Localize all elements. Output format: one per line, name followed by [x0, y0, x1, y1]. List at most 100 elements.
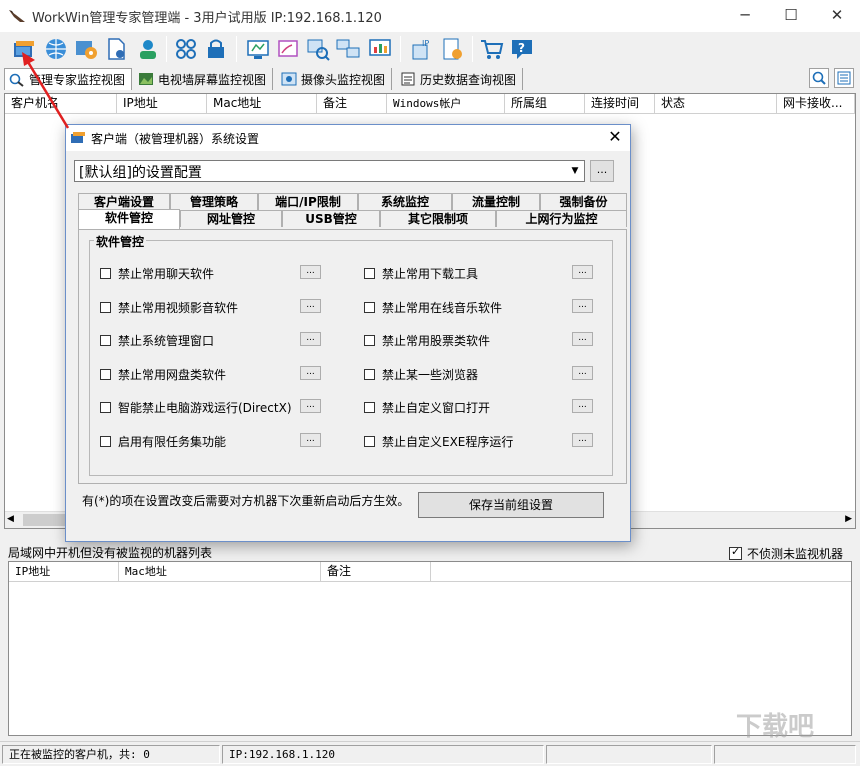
- checkbox-box[interactable]: [364, 402, 375, 413]
- option-config-button[interactable]: ...: [572, 399, 593, 413]
- server-settings-icon[interactable]: [72, 35, 100, 63]
- tab-web-behavior[interactable]: 上网行为监控: [496, 210, 627, 227]
- column-header[interactable]: 状态: [655, 94, 777, 114]
- network-icon[interactable]: [42, 35, 70, 63]
- column-header[interactable]: Mac地址: [207, 94, 317, 114]
- option-block-games[interactable]: 智能禁止电脑游戏运行(DirectX): [100, 399, 292, 415]
- checkbox-box[interactable]: [100, 302, 111, 313]
- scroll-left-icon[interactable]: ◀: [7, 514, 14, 524]
- option-block-video[interactable]: 禁止常用视频影音软件: [100, 299, 238, 315]
- column-header[interactable]: 客户机名: [5, 94, 117, 114]
- tab-port-ip-limit[interactable]: 端口/IP限制: [258, 193, 358, 210]
- option-block-download[interactable]: 禁止常用下载工具: [364, 265, 478, 281]
- option-config-button[interactable]: ...: [572, 366, 593, 380]
- option-config-button[interactable]: ...: [572, 433, 593, 447]
- file-icon[interactable]: [102, 35, 130, 63]
- option-config-button[interactable]: ...: [300, 366, 321, 380]
- search-computer-icon[interactable]: [304, 35, 332, 63]
- ip-icon[interactable]: IP: [408, 35, 436, 63]
- network-computers-icon[interactable]: [334, 35, 362, 63]
- tab-system-monitor[interactable]: 系统监控: [358, 193, 452, 210]
- config-group-select[interactable]: [默认组]的设置配置 ▼: [74, 160, 585, 182]
- option-limited-taskset[interactable]: 启用有限任务集功能: [100, 433, 226, 449]
- tab-label: 摄像头监控视图: [301, 71, 385, 88]
- groups-icon[interactable]: [172, 35, 200, 63]
- remote-icon[interactable]: [274, 35, 302, 63]
- gear-user-icon[interactable]: [134, 35, 162, 63]
- checkbox-box[interactable]: [364, 369, 375, 380]
- save-group-settings-button[interactable]: 保存当前组设置: [418, 492, 604, 518]
- option-label: 禁止系统管理窗口: [118, 332, 214, 349]
- cart-icon[interactable]: [478, 35, 506, 63]
- option-config-button[interactable]: ...: [300, 332, 321, 346]
- tab-camera-view[interactable]: 摄像头监控视图: [277, 68, 392, 90]
- tab-row: 软件管控 网址管控 USB管控 其它限制项 上网行为监控: [78, 210, 627, 227]
- option-config-button[interactable]: ...: [572, 299, 593, 313]
- maximize-button[interactable]: ☐: [768, 0, 814, 32]
- column-header[interactable]: Mac地址: [119, 562, 321, 582]
- dialog-close-button[interactable]: ✕: [602, 126, 628, 150]
- tab-tv-wall-view[interactable]: 电视墙屏幕监控视图: [134, 68, 273, 90]
- tab-url-control[interactable]: 网址管控: [180, 210, 282, 227]
- option-config-button[interactable]: ...: [300, 299, 321, 313]
- checkbox-box[interactable]: [100, 335, 111, 346]
- search-icon[interactable]: [809, 68, 829, 88]
- option-config-button[interactable]: ...: [300, 265, 321, 279]
- checkbox-box[interactable]: [100, 402, 111, 413]
- tab-other-limits[interactable]: 其它限制项: [380, 210, 496, 227]
- option-block-chat[interactable]: 禁止常用聊天软件: [100, 265, 214, 281]
- scroll-right-icon[interactable]: ▶: [845, 514, 852, 524]
- checkbox-box[interactable]: [364, 436, 375, 447]
- list-icon[interactable]: [834, 68, 854, 88]
- chevron-down-icon[interactable]: ▼: [567, 162, 583, 180]
- option-block-browsers[interactable]: 禁止某一些浏览器: [364, 366, 478, 382]
- lower-panel-title: 局域网中开机但没有被监视的机器列表: [8, 544, 212, 561]
- tab-software-control[interactable]: 软件管控: [78, 209, 180, 229]
- column-header[interactable]: 所属组: [505, 94, 585, 114]
- help-icon[interactable]: ?: [508, 35, 536, 63]
- column-header[interactable]: 备注: [321, 562, 431, 582]
- column-header[interactable]: 网卡接收...: [777, 94, 855, 114]
- column-header[interactable]: IP地址: [117, 94, 207, 114]
- option-block-netdisk[interactable]: 禁止常用网盘类软件: [100, 366, 226, 382]
- column-header[interactable]: 连接时间: [585, 94, 655, 114]
- log-icon[interactable]: [438, 35, 466, 63]
- tab-forced-backup[interactable]: 强制备份: [540, 193, 627, 210]
- tab-supervisor-view[interactable]: 管理专家监控视图: [4, 68, 132, 90]
- checkbox-box[interactable]: [364, 268, 375, 279]
- eagle-logo-icon: [8, 8, 26, 24]
- tab-client-settings[interactable]: 客户端设置: [78, 193, 170, 210]
- tab-label: 历史数据查询视图: [420, 71, 516, 88]
- tab-management-policy[interactable]: 管理策略: [170, 193, 258, 210]
- minimize-button[interactable]: ─: [722, 0, 768, 32]
- option-block-custom-window[interactable]: 禁止自定义窗口打开: [364, 399, 490, 415]
- lock-car-icon[interactable]: [202, 35, 230, 63]
- option-block-music[interactable]: 禁止常用在线音乐软件: [364, 299, 502, 315]
- checkbox-box[interactable]: [100, 436, 111, 447]
- monitor-icon[interactable]: [244, 35, 272, 63]
- checkbox-box[interactable]: [364, 302, 375, 313]
- checkbox-box[interactable]: [100, 268, 111, 279]
- option-block-stocks[interactable]: 禁止常用股票类软件: [364, 332, 490, 348]
- column-header[interactable]: IP地址: [9, 562, 119, 582]
- checkbox-box[interactable]: [100, 369, 111, 380]
- option-block-custom-exe[interactable]: 禁止自定义EXE程序运行: [364, 433, 513, 449]
- close-button[interactable]: ✕: [814, 0, 860, 32]
- option-config-button[interactable]: ...: [300, 433, 321, 447]
- column-header[interactable]: 备注: [317, 94, 387, 114]
- tab-usb-control[interactable]: USB管控: [282, 210, 380, 227]
- more-button[interactable]: ...: [590, 160, 614, 182]
- option-block-sysadmin[interactable]: 禁止系统管理窗口: [100, 332, 214, 348]
- screen-chart-icon[interactable]: [366, 35, 394, 63]
- no-detect-checkbox[interactable]: 不侦测未监视机器: [729, 545, 843, 562]
- option-config-button[interactable]: ...: [300, 399, 321, 413]
- checkbox-box[interactable]: [364, 335, 375, 346]
- client-settings-icon[interactable]: [10, 35, 38, 63]
- tab-history-view[interactable]: 历史数据查询视图: [396, 68, 523, 90]
- option-config-button[interactable]: ...: [572, 332, 593, 346]
- option-config-button[interactable]: ...: [572, 265, 593, 279]
- unmonitored-table[interactable]: IP地址 Mac地址 备注: [8, 561, 852, 736]
- tab-traffic-control[interactable]: 流量控制: [452, 193, 540, 210]
- column-header[interactable]: Windows帐户: [387, 94, 505, 114]
- checkbox-box[interactable]: [729, 547, 742, 560]
